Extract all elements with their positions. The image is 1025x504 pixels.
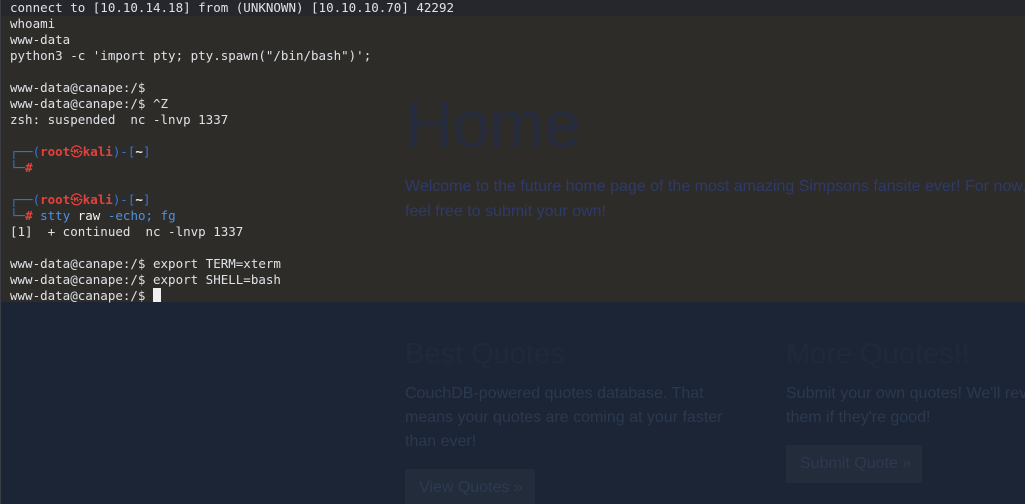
terminal-line-ctrl-z: www-data@canape:/$ ^Z <box>10 96 169 111</box>
terminal-line-prompt: www-data@canape:/$ <box>10 80 153 95</box>
terminal-line-continued: [1] + continued nc -lnvp 1337 <box>10 224 244 239</box>
kali-prompt-top: ┌──(root㉿kali)-[~] <box>10 192 150 208</box>
prompt-user: root <box>40 192 71 207</box>
text-cursor <box>153 288 161 302</box>
prompt-box-bottom: └─ <box>10 160 26 175</box>
prompt-hash: # <box>25 208 33 223</box>
terminal-line-export-term: www-data@canape:/$ export TERM=xterm <box>10 256 281 271</box>
terminal-line-output: www-data <box>10 32 71 47</box>
terminal-line-suspended: zsh: suspended nc -lnvp 1337 <box>10 112 229 127</box>
stty-arg-raw: raw <box>70 208 101 223</box>
terminal-line-current-prompt[interactable]: www-data@canape:/$ <box>10 288 161 304</box>
stty-arg-echo: -echo; <box>100 208 154 223</box>
terminal-line-spawn: python3 -c 'import pty; pty.spawn("/bin/… <box>10 48 372 63</box>
terminal-window[interactable]: connect to [10.10.14.18] from (UNKNOWN) … <box>0 0 1025 304</box>
terminal-line-whoami: whoami <box>10 16 56 31</box>
prompt-sep: )-[ <box>112 192 136 207</box>
stty-arg-fg: fg <box>153 208 176 223</box>
prompt-sep: )-[ <box>112 144 136 159</box>
prompt-skull: ㉿ <box>70 144 83 159</box>
more-quotes-text: Submit your own quotes! We'll review and… <box>786 385 1025 426</box>
best-quotes-heading: Best Quotes <box>405 338 565 370</box>
window-edge <box>0 0 1 504</box>
kali-prompt-top: ┌──(root㉿kali)-[~] <box>10 144 150 160</box>
prompt-close: ] <box>142 192 151 207</box>
prompt-cwd: ~ <box>135 144 143 159</box>
prompt-box-bottom: └─ <box>10 208 26 223</box>
view-quotes-button[interactable]: View Quotes » <box>405 469 535 504</box>
prompt-host: kali <box>82 144 113 159</box>
prompt-cwd: ~ <box>135 192 143 207</box>
kali-prompt-bottom: └─# <box>10 160 33 176</box>
best-quotes-text: CouchDB-powered quotes database. That me… <box>405 385 723 450</box>
stty-command: stty <box>40 208 71 223</box>
prompt-close: ] <box>142 144 151 159</box>
prompt-skull: ㉿ <box>70 192 83 207</box>
submit-quote-button[interactable]: Submit Quote » <box>786 445 922 483</box>
more-quotes-heading: More Quotes!! <box>786 338 970 370</box>
kali-prompt-bottom: └─# stty raw -echo; fg <box>10 208 176 224</box>
more-quotes-column: More Quotes!! Submit your own quotes! We… <box>786 334 1025 430</box>
prompt-host: kali <box>82 192 113 207</box>
connect-line: connect to [10.10.14.18] from (UNKNOWN) … <box>10 0 455 15</box>
current-prompt-text: www-data@canape:/$ <box>10 288 153 303</box>
best-quotes-column: Best Quotes CouchDB-powered quotes datab… <box>405 334 735 454</box>
prompt-box-top: ┌──( <box>10 192 41 207</box>
prompt-hash: # <box>25 160 33 175</box>
prompt-user: root <box>40 144 71 159</box>
terminal-line-export-shell: www-data@canape:/$ export SHELL=bash <box>10 272 281 287</box>
prompt-box-top: ┌──( <box>10 144 41 159</box>
screen: Home Welcome to the future home page of … <box>0 0 1025 504</box>
